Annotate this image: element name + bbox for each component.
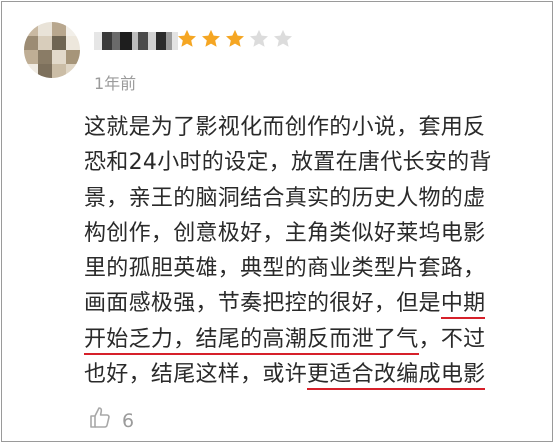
star-filled-icon	[226, 29, 244, 47]
avatar-pixel	[52, 36, 66, 50]
avatar-pixel	[24, 50, 38, 64]
username-blur-block	[148, 32, 156, 50]
avatar-pixel	[52, 50, 66, 64]
text-segment: ，不过	[418, 326, 486, 352]
text-segment: 恐和24小时的设定，放置在唐代长安的背	[84, 150, 492, 176]
review-time: 1年前	[94, 74, 137, 93]
review-text: 这就是为了影视化而创作的小说，套用反 恐和24小时的设定，放置在唐代长安的背 景，亲…	[84, 110, 524, 392]
underlined-text: 开始乏力，结尾的高潮反而泄了气	[84, 326, 419, 355]
star-filled-icon	[202, 29, 220, 47]
thumbs-up-icon	[88, 406, 112, 435]
like-button[interactable]: 6	[88, 406, 134, 435]
star-rating	[176, 28, 294, 50]
avatar-pixel	[66, 64, 80, 78]
username-blur-block	[120, 32, 132, 50]
star-filled-icon	[178, 29, 196, 47]
username-blur-block	[112, 32, 120, 50]
text-segment: 也好，结尾这样，或许	[84, 362, 308, 388]
avatar-pixel	[66, 22, 80, 36]
avatar-pixel	[66, 50, 80, 64]
username-blur-block	[138, 32, 148, 50]
review-text-line: 里的孤胆英雄，典型的商业类型片套路，	[84, 251, 524, 286]
text-segment: 画面感极强，节奏把控的很好，但是	[84, 291, 441, 317]
review-card: 1年前 这就是为了影视化而创作的小说，套用反 恐和24小时的设定，放置在唐代长安的…	[1, 1, 553, 442]
review-text-line: 开始乏力，结尾的高潮反而泄了气，不过	[84, 322, 524, 357]
avatar-pixel	[66, 36, 80, 50]
avatar-pixel	[24, 22, 38, 36]
review-text-line: 恐和24小时的设定，放置在唐代长安的背	[84, 145, 524, 180]
avatar-pixel	[38, 36, 52, 50]
review-text-line: 构创作，创意极好，主角类似好莱坞电影	[84, 216, 524, 251]
text-segment: 景，亲王的脑洞结合真实的历史人物的虚	[84, 185, 486, 211]
avatar-pixel	[38, 64, 52, 78]
star-empty-icon	[274, 29, 292, 47]
review-text-line: 这就是为了影视化而创作的小说，套用反	[84, 110, 524, 145]
underlined-text: 更适合改编成电影	[307, 362, 486, 391]
avatar-pixel	[38, 50, 52, 64]
text-segment: 构创作，创意极好，主角类似好莱坞电影	[84, 220, 486, 246]
username-blur-block	[94, 32, 102, 50]
username-blurred[interactable]	[94, 32, 178, 52]
avatar-pixel	[24, 36, 38, 50]
avatar-pixel	[38, 22, 52, 36]
review-text-line: 景，亲王的脑洞结合真实的历史人物的虚	[84, 181, 524, 216]
like-count: 6	[122, 409, 135, 432]
underlined-text: 中期	[440, 291, 486, 320]
review-text-line: 画面感极强，节奏把控的很好，但是中期	[84, 286, 524, 321]
avatar[interactable]	[24, 22, 80, 78]
text-segment: 里的孤胆英雄，典型的商业类型片套路，	[84, 256, 486, 282]
avatar-pixel	[52, 22, 66, 36]
star-empty-icon	[250, 29, 268, 47]
avatar-pixel	[24, 64, 38, 78]
avatar-pixel	[52, 64, 66, 78]
text-segment: 这就是为了影视化而创作的小说，套用反	[84, 115, 486, 140]
username-blur-block	[102, 32, 112, 50]
username-blur-block	[156, 32, 166, 50]
review-text-line: 也好，结尾这样，或许更适合改编成电影	[84, 357, 524, 392]
